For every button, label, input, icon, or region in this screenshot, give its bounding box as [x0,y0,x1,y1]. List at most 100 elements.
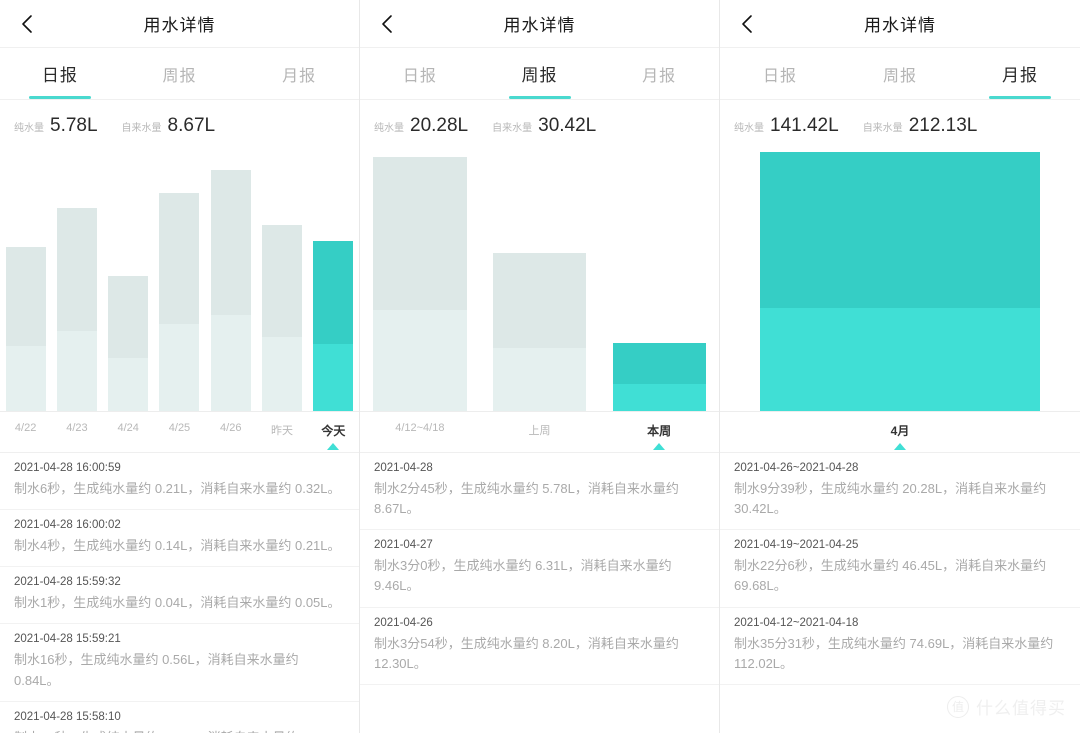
tab-active-underline [508,96,571,99]
x-axis-label-slot[interactable]: 本周 [599,422,719,450]
bar-segment-pure-water [159,324,200,412]
x-axis-label: 4/25 [168,422,191,434]
list-item[interactable]: 2021-04-26 制水3分54秒，生成纯水量约 8.20L，消耗自来水量约 1… [360,608,719,685]
pure-water-summary: 纯水量 20.28L [374,115,468,137]
tab-monthly[interactable]: 月报 [599,48,719,99]
report-panel-1: 用水详情 日报 周报 月报 纯水量 5.78L 自来水量 8.67L 4/22 4/23 4/24 4… [0,0,360,733]
log-description: 制水22分6秒，生成纯水量约 46.45L，消耗自来水量约 69.68L。 [734,558,1047,594]
x-axis-label: 4月 [890,424,910,438]
tab-daily[interactable]: 日报 [360,48,480,99]
tab-daily[interactable]: 日报 [720,48,840,99]
tab-monthly[interactable]: 月报 [960,48,1080,99]
bar-segment-pure-water [262,337,303,412]
pure-water-value: 5.78L [50,115,98,136]
pure-water-value: 20.28L [410,115,469,136]
bar-segment-tap-water [313,241,354,344]
list-item[interactable]: 2021-04-12~2021-04-18 制水35分31秒，生成纯水量约 74.… [720,608,1080,685]
x-axis-label-slot[interactable]: 4/25 [154,422,205,445]
log-timestamp: 2021-04-26~2021-04-28 [734,462,859,474]
usage-log-list[interactable]: 2021-04-28 制水2分45秒，生成纯水量约 5.78L，消耗自来水量约 8… [360,452,719,733]
tab-weekly[interactable]: 周报 [840,48,960,99]
usage-log-list[interactable]: 2021-04-26~2021-04-28 制水9分39秒，生成纯水量约 20.2… [720,452,1080,733]
usage-bar[interactable] [313,241,354,412]
x-axis-label-slot[interactable]: 昨天 [256,422,307,449]
bar-slot[interactable] [256,152,307,412]
tab-active-underline [749,96,811,99]
usage-bar[interactable] [56,208,97,412]
bar-slot[interactable] [51,152,102,412]
x-axis-label: 昨天 [271,425,294,437]
pure-water-label: 纯水量 [374,123,404,134]
list-item[interactable]: 2021-04-26~2021-04-28 制水9分39秒，生成纯水量约 20.2… [720,453,1080,531]
usage-bar[interactable] [373,157,467,412]
chart-x-labels: 4月 [720,412,1080,452]
bar-segment-pure-water [313,344,354,412]
log-description: 制水6秒，生成纯水量约 0.21L，消耗自来水量约 0.32L。 [14,481,341,496]
list-item[interactable]: 2021-04-19~2021-04-25 制水22分6秒，生成纯水量约 46.4… [720,530,1080,608]
list-item[interactable]: 2021-04-28 16:00:59 制水6秒，生成纯水量约 0.21L，消耗自… [0,453,359,511]
usage-bar-chart: 4/12~4/18 上周 本周 [360,152,719,452]
nav-bar: 用水详情 [720,0,1080,48]
x-axis-label-slot[interactable]: 今天 [308,422,359,450]
pure-water-label: 纯水量 [14,123,44,134]
list-item[interactable]: 2021-04-28 15:59:32 制水1秒，生成纯水量约 0.04L，消耗自… [0,567,359,625]
tab-daily[interactable]: 日报 [0,48,120,99]
tab-weekly[interactable]: 周报 [480,48,600,99]
log-description: 制水9分39秒，生成纯水量约 20.28L，消耗自来水量约 30.42L。 [734,481,1047,517]
x-axis-label-slot[interactable]: 4/23 [51,422,102,445]
list-item[interactable]: 2021-04-28 15:58:10 制水10秒，生成纯水量约 0.35L，消耗… [0,702,359,733]
usage-bar[interactable] [5,247,46,412]
usage-bar[interactable] [159,193,200,412]
tab-label: 周报 [882,67,917,85]
bar-slot[interactable] [0,152,51,412]
bar-segment-tap-water [159,193,200,324]
bar-slot[interactable] [720,152,1080,412]
x-axis-label-slot[interactable]: 4/26 [205,422,256,445]
tab-label: 日报 [402,67,437,85]
bar-segment-pure-water [5,346,46,412]
list-item[interactable]: 2021-04-28 15:59:21 制水16秒，生成纯水量约 0.56L，消耗… [0,624,359,702]
tap-water-label: 自来水量 [862,123,903,134]
x-axis-label-slot[interactable]: 4/24 [103,422,154,445]
usage-bar[interactable] [108,276,149,412]
report-tabs: 日报 周报 月报 [720,48,1080,100]
list-item[interactable]: 2021-04-28 制水2分45秒，生成纯水量约 5.78L，消耗自来水量约 8… [360,453,719,531]
bar-segment-tap-water [373,157,467,310]
tap-water-label: 自来水量 [121,123,162,134]
back-chevron-left-icon[interactable] [736,14,756,34]
tab-label: 周报 [162,67,197,85]
usage-log-list[interactable]: 2021-04-28 16:00:59 制水6秒，生成纯水量约 0.21L，消耗自… [0,452,359,733]
list-item[interactable]: 2021-04-27 制水3分0秒，生成纯水量约 6.31L，消耗自来水量约 9.… [360,530,719,608]
back-chevron-left-icon[interactable] [376,14,396,34]
bar-slot[interactable] [599,152,719,412]
usage-bar[interactable] [759,152,1041,412]
bar-slot[interactable] [308,152,359,412]
tab-label: 日报 [762,67,797,85]
bar-segment-pure-water [492,348,587,412]
usage-bar[interactable] [492,253,587,412]
x-axis-label-slot[interactable]: 4月 [720,422,1080,450]
x-axis-label-slot[interactable]: 4/22 [0,422,51,445]
usage-bar[interactable] [210,170,251,412]
log-timestamp: 2021-04-28 16:00:59 [14,462,121,474]
usage-bar[interactable] [262,225,303,412]
log-timestamp: 2021-04-12~2021-04-18 [734,616,859,629]
tab-weekly[interactable]: 周报 [120,48,240,99]
usage-bar[interactable] [612,343,706,412]
x-axis-label: 今天 [321,424,346,438]
back-chevron-left-icon[interactable] [16,14,36,34]
log-description: 制水3分0秒，生成纯水量约 6.31L，消耗自来水量约 9.46L。 [374,558,672,594]
page-title: 用水详情 [143,16,216,35]
bar-slot[interactable] [205,152,256,412]
bar-slot[interactable] [154,152,205,412]
x-axis-label-slot[interactable]: 上周 [480,422,600,449]
x-axis-label-slot[interactable]: 4/12~4/18 [360,422,480,445]
bar-slot[interactable] [480,152,600,412]
bar-slot[interactable] [360,152,480,412]
list-item[interactable]: 2021-04-28 16:00:02 制水4秒，生成纯水量约 0.14L，消耗自… [0,510,359,568]
bar-slot[interactable] [103,152,154,412]
selected-period-triangle-icon [894,443,906,450]
bar-segment-tap-water [108,276,149,358]
tab-monthly[interactable]: 月报 [239,48,359,99]
bar-segment-pure-water [108,358,149,412]
